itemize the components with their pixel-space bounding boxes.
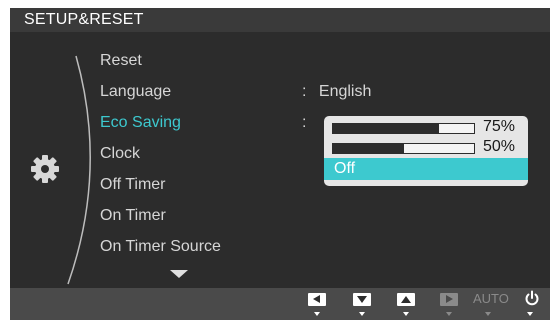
eco-option-75-label: 75% (483, 118, 516, 135)
title-bar: SETUP&RESET (10, 8, 550, 32)
button-marker (485, 312, 491, 316)
level-bar-fill (333, 144, 404, 153)
up-button[interactable] (397, 293, 415, 306)
menu-item-on-timer[interactable]: On Timer (100, 207, 166, 231)
left-arrow-icon (313, 295, 320, 303)
eco-option-off[interactable]: Off (324, 158, 528, 180)
control-bar: AUTO (10, 288, 550, 320)
level-bar (332, 143, 475, 154)
menu-item-reset[interactable]: Reset (100, 52, 142, 76)
menu-item-eco-saving[interactable]: Eco Saving (100, 114, 181, 138)
button-marker (527, 312, 533, 316)
menu-panel: Reset Language Eco Saving Clock Off Time… (10, 32, 550, 288)
menu-item-on-timer-source[interactable]: On Timer Source (100, 238, 221, 262)
button-marker (403, 312, 409, 316)
down-arrow-icon[interactable] (170, 270, 188, 278)
enter-button[interactable] (440, 293, 458, 306)
menu-item-language[interactable]: Language (100, 83, 171, 107)
window-title: SETUP&RESET (24, 11, 144, 28)
up-arrow-icon (401, 296, 411, 303)
down-button[interactable] (353, 293, 371, 306)
eco-option-off-label: Off (334, 160, 356, 177)
language-value: : English (302, 83, 371, 101)
level-bar (332, 123, 475, 134)
left-button[interactable] (308, 293, 326, 306)
eco-option-50-label: 50% (483, 138, 516, 155)
button-marker (359, 312, 365, 316)
eco-saving-dropdown: 75% 50% Off (324, 116, 528, 186)
eco-option-75[interactable]: 75% (324, 118, 528, 138)
button-marker (314, 312, 320, 316)
menu-item-clock[interactable]: Clock (100, 145, 140, 169)
eco-option-50[interactable]: 50% (324, 138, 528, 158)
auto-button[interactable]: AUTO (473, 291, 509, 306)
power-icon[interactable] (524, 290, 540, 306)
down-arrow-icon (357, 296, 367, 303)
language-separator: : (302, 83, 307, 100)
button-marker (446, 312, 452, 316)
language-value-text: English (318, 83, 372, 100)
osd-window: SETUP&RESET Reset Language Eco Saving Cl… (10, 8, 550, 320)
level-bar-fill (333, 124, 439, 133)
gear-icon (31, 155, 59, 183)
menu-item-off-timer[interactable]: Off Timer (100, 176, 166, 200)
enter-icon (446, 295, 453, 303)
eco-saving-separator: : (302, 114, 307, 131)
